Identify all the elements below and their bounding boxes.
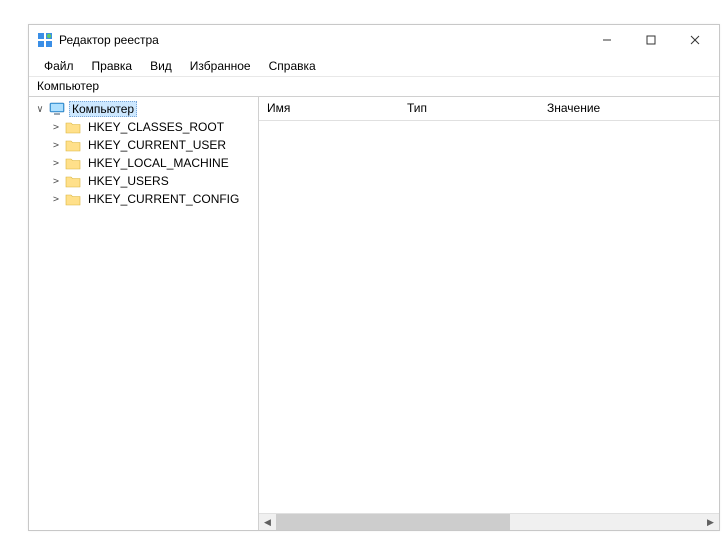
menu-help[interactable]: Справка — [260, 56, 325, 76]
scroll-right-arrow-icon[interactable]: ▶ — [702, 514, 719, 531]
folder-icon — [65, 138, 81, 152]
menu-edit[interactable]: Правка — [83, 56, 142, 76]
tree-root-label: Компьютер — [69, 101, 137, 117]
address-text: Компьютер — [37, 79, 99, 93]
tree-node-hklm[interactable]: > HKEY_LOCAL_MACHINE — [29, 154, 258, 172]
list-body[interactable] — [259, 121, 719, 513]
titlebar[interactable]: Редактор реестра — [29, 25, 719, 55]
tree-node-label: HKEY_CLASSES_ROOT — [85, 119, 227, 135]
menu-file[interactable]: Файл — [35, 56, 83, 76]
tree-node-label: HKEY_CURRENT_CONFIG — [85, 191, 242, 207]
chevron-right-icon[interactable]: > — [49, 174, 63, 188]
column-header-value[interactable]: Значение — [539, 101, 719, 120]
chevron-right-icon[interactable]: > — [49, 138, 63, 152]
tree-node-label: HKEY_CURRENT_USER — [85, 137, 229, 153]
folder-icon — [65, 192, 81, 206]
tree-node-hku[interactable]: > HKEY_USERS — [29, 172, 258, 190]
menu-view[interactable]: Вид — [141, 56, 181, 76]
folder-icon — [65, 156, 81, 170]
folder-icon — [65, 120, 81, 134]
chevron-right-icon[interactable]: > — [49, 120, 63, 134]
list-header: Имя Тип Значение — [259, 97, 719, 121]
chevron-down-icon[interactable]: ∨ — [33, 102, 47, 116]
folder-icon — [65, 174, 81, 188]
tree-node-label: HKEY_LOCAL_MACHINE — [85, 155, 232, 171]
list-pane: Имя Тип Значение ◀ ▶ — [259, 97, 719, 530]
computer-icon — [49, 102, 65, 116]
column-header-name[interactable]: Имя — [259, 101, 399, 120]
content-area: ∨ Компьютер > HKEY_CLASSES_ROOT — [29, 97, 719, 530]
window-title: Редактор реестра — [59, 33, 585, 47]
scroll-left-arrow-icon[interactable]: ◀ — [259, 514, 276, 531]
minimize-button[interactable] — [585, 25, 629, 55]
menu-favorites[interactable]: Избранное — [181, 56, 260, 76]
scroll-thumb[interactable] — [276, 514, 510, 531]
registry-app-icon — [37, 32, 53, 48]
tree-node-label: HKEY_USERS — [85, 173, 172, 189]
registry-editor-window: Редактор реестра Файл Правка Вид Избранн… — [28, 24, 720, 531]
tree-node-hkcr[interactable]: > HKEY_CLASSES_ROOT — [29, 118, 258, 136]
tree-root-computer[interactable]: ∨ Компьютер — [29, 100, 258, 118]
tree-pane[interactable]: ∨ Компьютер > HKEY_CLASSES_ROOT — [29, 97, 259, 530]
window-controls — [585, 25, 717, 55]
close-button[interactable] — [673, 25, 717, 55]
tree-node-hkcc[interactable]: > HKEY_CURRENT_CONFIG — [29, 190, 258, 208]
menubar: Файл Правка Вид Избранное Справка — [29, 55, 719, 77]
column-header-type[interactable]: Тип — [399, 101, 539, 120]
scroll-track[interactable] — [276, 514, 702, 531]
maximize-button[interactable] — [629, 25, 673, 55]
address-bar[interactable]: Компьютер — [29, 77, 719, 97]
chevron-right-icon[interactable]: > — [49, 192, 63, 206]
tree-node-hkcu[interactable]: > HKEY_CURRENT_USER — [29, 136, 258, 154]
horizontal-scrollbar[interactable]: ◀ ▶ — [259, 513, 719, 530]
chevron-right-icon[interactable]: > — [49, 156, 63, 170]
